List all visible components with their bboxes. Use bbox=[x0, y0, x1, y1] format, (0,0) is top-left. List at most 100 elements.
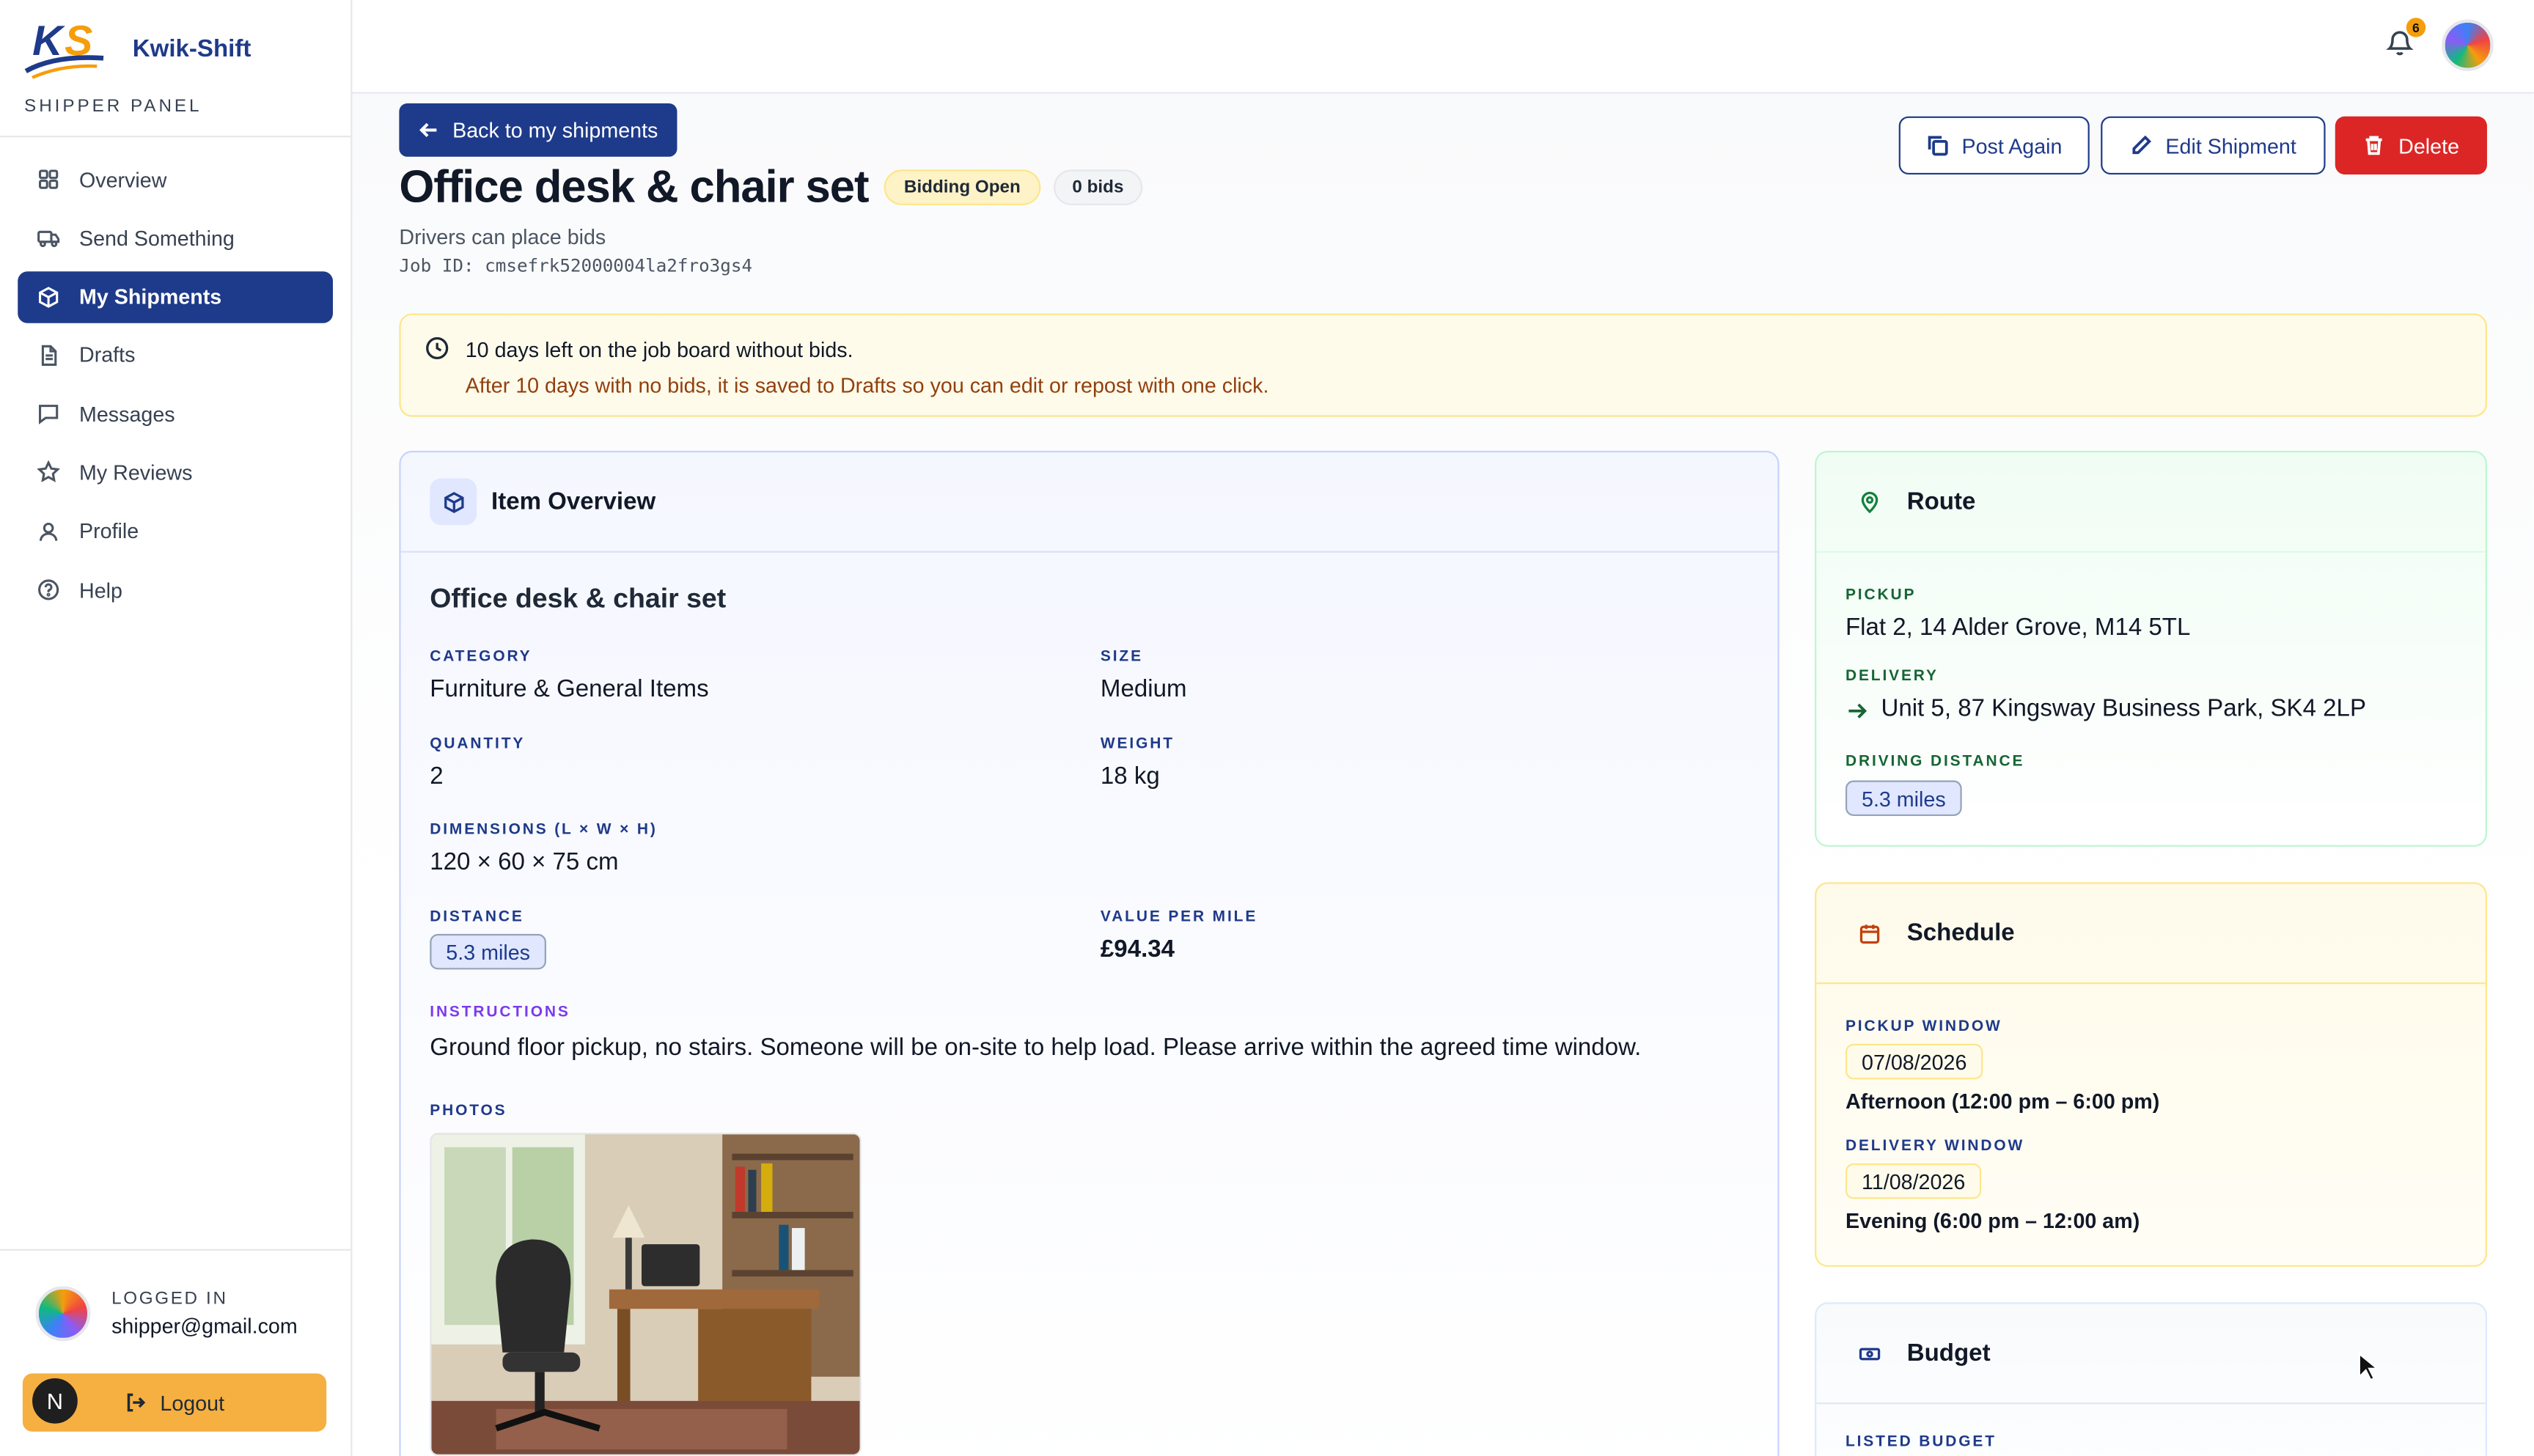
brand-name: Kwik-Shift bbox=[132, 34, 251, 62]
card-header: Schedule bbox=[1816, 884, 2486, 985]
photos-label: PHOTOS bbox=[430, 1102, 507, 1120]
card-title: Item Overview bbox=[491, 488, 656, 516]
user-icon bbox=[35, 518, 61, 544]
user-avatar-button[interactable] bbox=[2442, 19, 2494, 71]
edit-shipment-button[interactable]: Edit Shipment bbox=[2101, 116, 2326, 175]
arrow-left-icon bbox=[419, 122, 437, 138]
delivery-date-badge: 11/08/2026 bbox=[1845, 1163, 1982, 1199]
topbar: 6 bbox=[352, 0, 2534, 94]
quantity-label: QUANTITY bbox=[430, 735, 526, 754]
truck-icon bbox=[35, 225, 61, 251]
bids-count-badge: 0 bids bbox=[1052, 169, 1143, 205]
title-row: Office desk & chair set Bidding Open 0 b… bbox=[399, 161, 1143, 213]
item-photo[interactable] bbox=[430, 1133, 862, 1456]
sidebar-item-label: My Reviews bbox=[78, 460, 193, 485]
brand-logo: K S bbox=[23, 16, 117, 81]
sidebar-nav: Overview Send Something My Shipments Dra… bbox=[18, 153, 334, 622]
sidebar-item-label: My Shipments bbox=[78, 284, 222, 309]
user-box: LOGGED IN shipper@gmail.com bbox=[35, 1286, 298, 1342]
item-name: Office desk & chair set bbox=[430, 583, 727, 614]
card-header: Item Overview bbox=[400, 452, 1778, 553]
file-icon bbox=[35, 342, 61, 368]
category-label: CATEGORY bbox=[430, 647, 532, 666]
delete-label: Delete bbox=[2398, 133, 2460, 158]
card-title: Budget bbox=[1906, 1339, 1991, 1367]
arrow-right-icon bbox=[1848, 703, 1868, 718]
avatar bbox=[35, 1286, 91, 1342]
pickup-time: Afternoon (12:00 pm – 6:00 pm) bbox=[1845, 1089, 2160, 1114]
delivery-time: Evening (6:00 pm – 12:00 am) bbox=[1845, 1208, 2140, 1233]
star-icon bbox=[35, 460, 61, 485]
sidebar-item-send-something[interactable]: Send Something bbox=[18, 212, 333, 264]
app-window: K S Kwik-Shift SHIPPER PANEL Overview Se… bbox=[0, 0, 2534, 1456]
sidebar-item-my-shipments[interactable]: My Shipments bbox=[18, 271, 334, 323]
job-id: Job ID: cmsefrk52000004la2fro3gs4 bbox=[399, 255, 753, 276]
post-again-label: Post Again bbox=[1961, 133, 2063, 158]
sidebar-item-profile[interactable]: Profile bbox=[18, 505, 333, 557]
driving-distance-label: DRIVING DISTANCE bbox=[1845, 753, 2025, 771]
sidebar-item-label: Messages bbox=[78, 402, 175, 427]
sidebar-item-drafts[interactable]: Drafts bbox=[18, 329, 333, 381]
clock-icon bbox=[426, 337, 449, 360]
delete-button[interactable]: Delete bbox=[2335, 116, 2487, 175]
back-label: Back to my shipments bbox=[452, 117, 658, 142]
weight-value: 18 kg bbox=[1100, 762, 1160, 790]
main-content: Back to my shipments Office desk & chair… bbox=[352, 93, 2534, 1456]
panel-label: SHIPPER PANEL bbox=[24, 97, 202, 117]
route-card: Route PICKUP Flat 2, 14 Alder Grove, M14… bbox=[1815, 450, 2487, 847]
value-per-mile-label: VALUE PER MILE bbox=[1100, 908, 1258, 926]
logout-icon bbox=[127, 1393, 146, 1412]
delivery-window-label: DELIVERY WINDOW bbox=[1845, 1137, 2025, 1155]
listed-budget-label: LISTED BUDGET bbox=[1845, 1433, 1997, 1452]
delivery-label: DELIVERY bbox=[1845, 667, 1939, 685]
status-badge: Bidding Open bbox=[884, 169, 1040, 205]
post-again-button[interactable]: Post Again bbox=[1898, 116, 2090, 175]
pickup-window-label: PICKUP WINDOW bbox=[1845, 1018, 2002, 1036]
divider bbox=[0, 1249, 351, 1251]
card-title: Route bbox=[1906, 488, 1976, 516]
sidebar-item-messages[interactable]: Messages bbox=[18, 388, 333, 440]
card-header: Route bbox=[1816, 452, 2486, 553]
trash-icon bbox=[2366, 136, 2383, 155]
user-email: shipper@gmail.com bbox=[111, 1313, 298, 1338]
divider bbox=[0, 136, 351, 138]
category-value: Furniture & General Items bbox=[430, 675, 709, 703]
schedule-card: Schedule PICKUP WINDOW 07/08/2026 Aftern… bbox=[1815, 882, 2487, 1267]
driving-distance-badge: 5.3 miles bbox=[1845, 780, 1962, 817]
copy-icon bbox=[1928, 136, 1948, 156]
card-header: Budget bbox=[1816, 1304, 2486, 1405]
distance-badge: 5.3 miles bbox=[430, 933, 547, 970]
assistant-avatar-button[interactable]: N bbox=[29, 1375, 81, 1427]
quantity-value: 2 bbox=[430, 762, 444, 790]
package-icon bbox=[430, 478, 477, 526]
edit-shipment-label: Edit Shipment bbox=[2165, 133, 2296, 158]
logout-label: Logout bbox=[160, 1390, 225, 1415]
sidebar-item-my-reviews[interactable]: My Reviews bbox=[18, 446, 333, 499]
mouse-cursor-icon bbox=[2358, 1352, 2378, 1381]
sidebar-item-label: Profile bbox=[78, 519, 139, 544]
pickup-date-badge: 07/08/2026 bbox=[1845, 1043, 1983, 1080]
sidebar-item-help[interactable]: Help bbox=[18, 564, 333, 616]
page-subtitle: Drivers can place bids bbox=[399, 224, 606, 249]
size-label: SIZE bbox=[1100, 647, 1143, 666]
pickup-address: Flat 2, 14 Alder Grove, M14 5TL bbox=[1845, 614, 2191, 641]
map-pin-icon bbox=[1846, 478, 1892, 525]
sidebar-item-overview[interactable]: Overview bbox=[18, 153, 333, 205]
user-caption: LOGGED IN bbox=[111, 1289, 228, 1309]
dimensions-value: 120 × 60 × 75 cm bbox=[430, 848, 619, 876]
banknote-icon bbox=[1846, 1330, 1892, 1377]
delivery-address: Unit 5, 87 Kingsway Business Park, SK4 2… bbox=[1881, 694, 2367, 723]
back-to-shipments-button[interactable]: Back to my shipments bbox=[399, 103, 677, 157]
item-overview-card: Item Overview Office desk & chair set CA… bbox=[399, 450, 1780, 1456]
size-value: Medium bbox=[1100, 675, 1187, 703]
dimensions-label: DIMENSIONS (L × W × H) bbox=[430, 820, 658, 839]
instructions-text: Ground floor pickup, no stairs. Someone … bbox=[430, 1034, 1642, 1062]
budget-card: Budget LISTED BUDGET bbox=[1815, 1302, 2487, 1456]
job-board-notice: 10 days left on the job board without bi… bbox=[399, 313, 2487, 417]
brand[interactable]: K S Kwik-Shift bbox=[23, 16, 251, 81]
package-icon bbox=[35, 284, 61, 309]
sidebar-item-label: Help bbox=[78, 578, 122, 603]
weight-label: WEIGHT bbox=[1100, 735, 1175, 754]
card-title: Schedule bbox=[1906, 919, 2015, 947]
value-per-mile-value: £94.34 bbox=[1100, 935, 1175, 963]
